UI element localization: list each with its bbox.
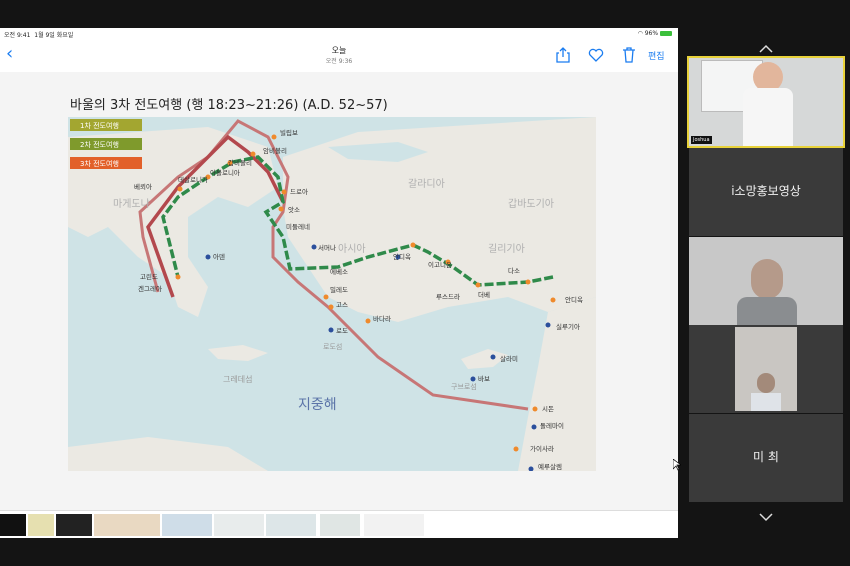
city-label: 고린도	[140, 273, 158, 281]
legend-first: 1차 전도여행	[80, 121, 119, 130]
trash-icon[interactable]	[622, 47, 636, 67]
thumbnail-strip	[0, 510, 678, 538]
city-label: 서머나	[318, 243, 336, 252]
region-macedonia: 마게도냐	[113, 198, 150, 210]
face	[757, 373, 775, 393]
region-rhodes: 로도섬	[323, 342, 342, 351]
battery-icon	[660, 31, 672, 36]
city-label: 갑비볼리	[228, 158, 252, 167]
city-label: 예루살렘	[538, 462, 562, 471]
city-label: 암비볼리	[263, 146, 287, 155]
sea-label: 지중해	[298, 397, 337, 413]
city-label: 로도	[336, 327, 348, 335]
thumbnail[interactable]	[56, 514, 92, 536]
slide-title: 바울의 3차 전도여행 (행 18:23~21:26) (A.D. 52~57)	[70, 98, 388, 113]
nav-subtitle: 오전 9:36	[325, 58, 353, 65]
city-label: 겐그레아	[138, 284, 162, 293]
city-label: 안디옥	[565, 295, 583, 304]
status-date: 1월 9일 화요일	[34, 32, 74, 39]
thumbnail[interactable]	[94, 514, 160, 536]
status-bar: 오전 9:41 1월 9일 화요일 ◠ 96%	[0, 28, 678, 40]
participant-tile[interactable]: 미 최	[689, 414, 843, 502]
heart-icon[interactable]	[588, 47, 604, 66]
share-icon[interactable]	[556, 47, 570, 67]
participant-tile[interactable]: Joshua	[687, 56, 845, 148]
city-label: 아덴	[213, 252, 225, 261]
participant-name: 미 최	[753, 450, 779, 464]
slide: 바울의 3차 전도여행 (행 18:23~21:26) (A.D. 52~57)	[0, 72, 678, 510]
participant-tile[interactable]	[689, 325, 843, 413]
region-galatia: 갈라디아	[408, 177, 445, 190]
city-label: 밀레도	[330, 285, 348, 294]
city-label: 시돈	[542, 405, 554, 413]
legend-second: 2차 전도여행	[80, 140, 119, 149]
region-crete: 그레데섬	[223, 374, 252, 384]
nav-title: 오늘	[331, 46, 347, 55]
thumbnail[interactable]	[320, 514, 360, 536]
legend-third: 3차 전도여행	[80, 159, 119, 168]
city-label: 고스	[336, 301, 348, 309]
cursor-icon	[673, 459, 681, 471]
battery-percent: 96%	[644, 30, 659, 37]
chevron-down-icon[interactable]	[758, 512, 774, 522]
wifi-icon: ◠	[637, 30, 643, 37]
city-label: 베뢰아	[134, 182, 152, 191]
chevron-up-icon[interactable]	[758, 44, 774, 54]
route-map: 1차 전도여행 2차 전도여행 3차 전도여행 지중해 마게도냐 갈라디아 갑바…	[68, 117, 596, 471]
region-cilicia: 길리기아	[488, 242, 525, 255]
status-time: 오전 9:41	[4, 32, 31, 39]
thumbnail[interactable]	[266, 514, 316, 536]
region-cappadocia: 갑바도기아	[508, 198, 554, 210]
thumbnail[interactable]	[162, 514, 212, 536]
face	[751, 259, 783, 299]
city-label: 빌립보	[280, 129, 298, 137]
city-label: 미둘레네	[286, 222, 310, 231]
city-label: 루스드라	[436, 292, 460, 301]
city-label: 데살로니가	[178, 175, 208, 184]
shirt	[751, 393, 781, 411]
city-label: 가이사라	[530, 444, 554, 453]
participant-tile[interactable]: i소망홍보영상	[689, 148, 843, 236]
thumbnail[interactable]	[28, 514, 54, 536]
thumbnail[interactable]	[214, 514, 264, 536]
shirt	[737, 297, 797, 325]
thumbnail[interactable]	[364, 514, 424, 536]
city-label: 아볼로니아	[210, 168, 240, 177]
participant-name: i소망홍보영상	[731, 184, 801, 198]
participant-tile[interactable]	[689, 237, 843, 325]
city-label: 드로아	[290, 187, 308, 196]
city-label: 바다라	[373, 314, 391, 323]
city-label: 돌레마이	[540, 421, 564, 430]
city-label: 더베	[478, 290, 490, 299]
participant-name-tag: Joshua	[691, 136, 712, 144]
shared-screen: 오전 9:41 1월 9일 화요일 ◠ 96% ‹ 오늘 오전 9:36 편집 …	[0, 28, 678, 538]
shirt	[743, 88, 793, 146]
video-feed	[735, 327, 797, 411]
city-label: 안디옥	[393, 252, 411, 261]
city-label: 다소	[508, 266, 520, 275]
region-cyprus: 구브로섬	[451, 382, 477, 391]
city-label: 앗소	[288, 205, 300, 214]
nav-bar: ‹ 오늘 오전 9:36 편집	[0, 40, 678, 70]
edit-button[interactable]: 편집	[648, 49, 665, 62]
city-label: 바보	[478, 374, 490, 383]
city-label: 실루기아	[556, 322, 580, 331]
region-asia: 아시아	[338, 243, 366, 255]
thumbnail[interactable]	[0, 514, 26, 536]
city-label: 에베소	[330, 267, 348, 276]
city-label: 살라미	[500, 354, 518, 363]
city-label: 이고니온	[428, 260, 452, 269]
